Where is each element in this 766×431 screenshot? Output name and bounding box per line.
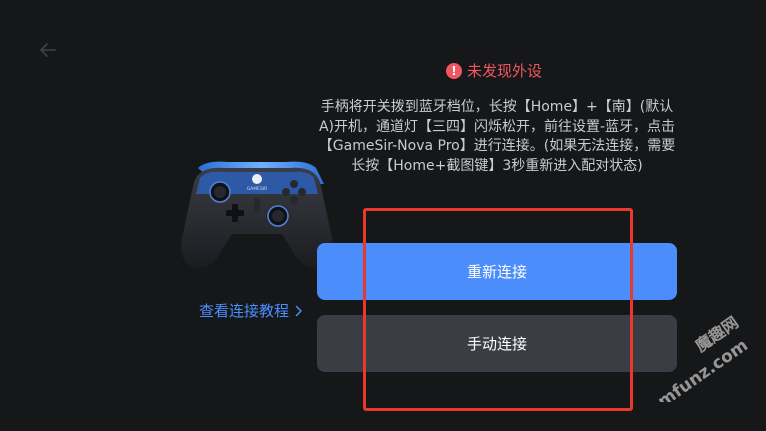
- back-button[interactable]: [36, 38, 60, 62]
- controller-brand-text: GAMESIR: [247, 186, 268, 192]
- pairing-screen: ! 未发现外设 手柄将开关拨到蓝牙档位，长按【Home】+【南】(默认A)开机，…: [0, 0, 766, 431]
- manual-connect-button-label: 手动连接: [466, 335, 527, 353]
- view-tutorial-link[interactable]: 查看连接教程: [199, 301, 303, 321]
- manual-connect-button[interactable]: 手动连接: [317, 315, 677, 372]
- alert-text: 未发现外设: [467, 62, 543, 80]
- reconnect-button-label: 重新连接: [466, 263, 527, 281]
- reconnect-button[interactable]: 重新连接: [317, 243, 677, 300]
- pairing-instructions: 手柄将开关拨到蓝牙档位，长按【Home】+【南】(默认A)开机，通道灯【三四】闪…: [318, 99, 676, 174]
- exclamation-icon: !: [446, 63, 462, 79]
- watermark-brand: 魔趣网: [692, 313, 742, 356]
- back-arrow-icon: [40, 43, 56, 57]
- annotation-highlight-box: [363, 208, 633, 411]
- chevron-right-icon: [295, 305, 302, 317]
- controller-image: GAMESIR: [181, 161, 333, 269]
- tutorial-link-label: 查看连接教程: [199, 302, 290, 320]
- no-device-alert: ! 未发现外设: [446, 61, 542, 81]
